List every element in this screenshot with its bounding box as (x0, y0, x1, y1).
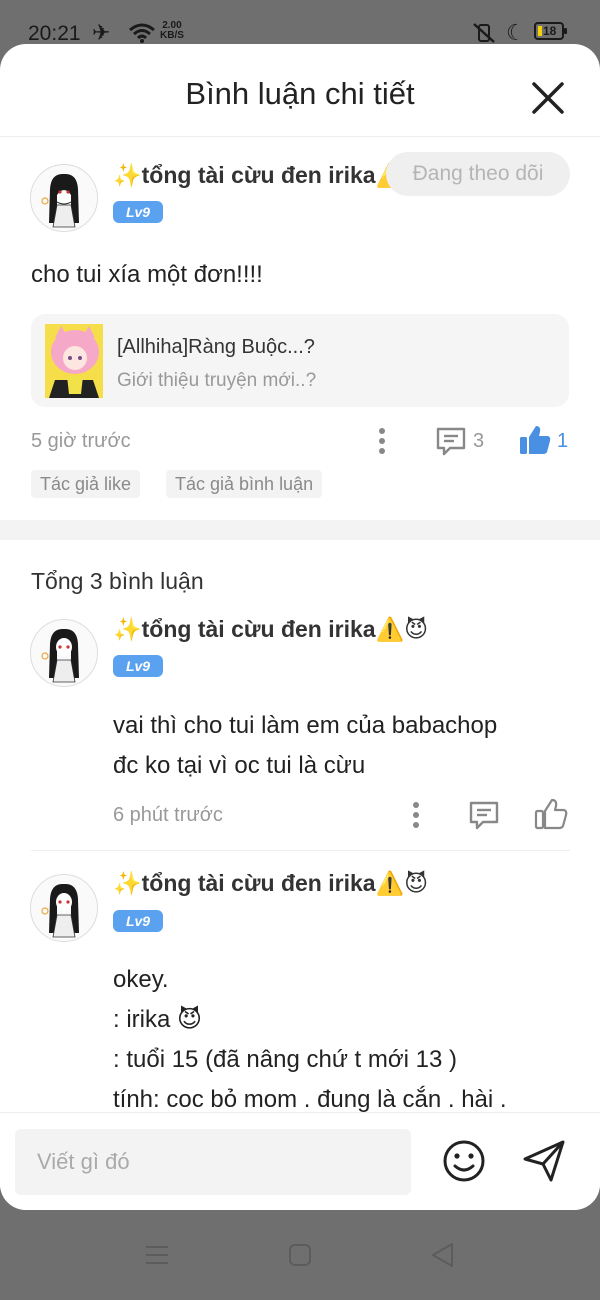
back-icon[interactable] (430, 1242, 454, 1268)
avatar[interactable] (30, 874, 98, 942)
comment-text-line: đc ko tại vì oc tui là cừu (113, 752, 366, 779)
comment-username[interactable]: ✨tổng tài cừu đen irika⚠️😈 (113, 870, 428, 897)
comment-input[interactable] (15, 1129, 411, 1195)
comment-text-line: okey. (113, 966, 169, 993)
sheet-header: Bình luận chi tiết (0, 44, 600, 137)
more-options-icon[interactable] (408, 801, 424, 829)
story-card[interactable]: [Allhiha]Ràng Buộc...? Giới thiệu truyện… (31, 314, 569, 407)
tag-author-commented: Tác giả bình luận (166, 470, 323, 498)
tag-author-liked: Tác giả like (31, 470, 141, 498)
total-comments-label: Tổng 3 bình luận (31, 568, 204, 594)
airplane-icon: ✈ (92, 20, 111, 45)
story-subtitle: Giới thiệu truyện mới..? (117, 370, 317, 391)
home-icon[interactable] (288, 1243, 312, 1267)
comment-detail-sheet: Bình luận chi tiết ✨tổng tài cừu đen iri… (0, 44, 600, 1210)
moon-icon: ☾ (506, 20, 526, 45)
section-divider (0, 520, 600, 540)
thumbs-up-icon[interactable] (534, 798, 568, 830)
comment-text-line: : irika 😈 (113, 1006, 203, 1033)
system-nav-bar (0, 1210, 600, 1300)
comment-text-line: vai thì cho tui làm em của babachop (113, 712, 498, 739)
comment-icon[interactable] (435, 425, 467, 457)
status-time: 20:21 (28, 22, 81, 45)
comment-count: 3 (473, 430, 485, 452)
thumbs-up-filled-icon[interactable] (518, 424, 552, 456)
comment-input-bar (0, 1112, 600, 1210)
story-cover-image (45, 324, 103, 398)
more-options-icon[interactable] (374, 427, 390, 455)
comment-divider (31, 850, 570, 851)
vibrate-off-icon (473, 23, 495, 43)
follow-button[interactable]: Đang theo dõi (386, 152, 570, 196)
avatar[interactable] (30, 164, 98, 232)
post-time: 5 giờ trước (31, 430, 131, 452)
story-title: [Allhiha]Ràng Buộc...? (117, 336, 315, 358)
post-text: cho tui xía một đơn!!!! (31, 261, 263, 288)
like-count: 1 (557, 430, 569, 452)
network-speed: 2.00 KB/S (160, 21, 184, 41)
level-badge: Lv9 (113, 201, 163, 223)
network-speed-unit: KB/S (160, 30, 184, 41)
comment-icon[interactable] (468, 799, 500, 831)
avatar[interactable] (30, 619, 98, 687)
page-title: Bình luận chi tiết (185, 76, 415, 111)
level-badge: Lv9 (113, 910, 163, 932)
post-username[interactable]: ✨tổng tài cừu đen irika⚠️😈 (113, 162, 428, 189)
comment-text-line: : tuổi 15 (đã nâng chứ t mới 13 ) (113, 1046, 457, 1073)
battery-icon: 18 (534, 22, 567, 40)
menu-icon[interactable] (145, 1244, 169, 1266)
battery-level: 18 (543, 24, 557, 38)
comment-time: 6 phút trước (113, 804, 223, 826)
comment-username[interactable]: ✨tổng tài cừu đen irika⚠️😈 (113, 616, 428, 643)
close-icon[interactable] (530, 80, 566, 116)
emoji-icon[interactable] (442, 1139, 486, 1183)
send-icon[interactable] (521, 1139, 567, 1183)
wifi-icon (129, 23, 155, 43)
level-badge: Lv9 (113, 655, 163, 677)
